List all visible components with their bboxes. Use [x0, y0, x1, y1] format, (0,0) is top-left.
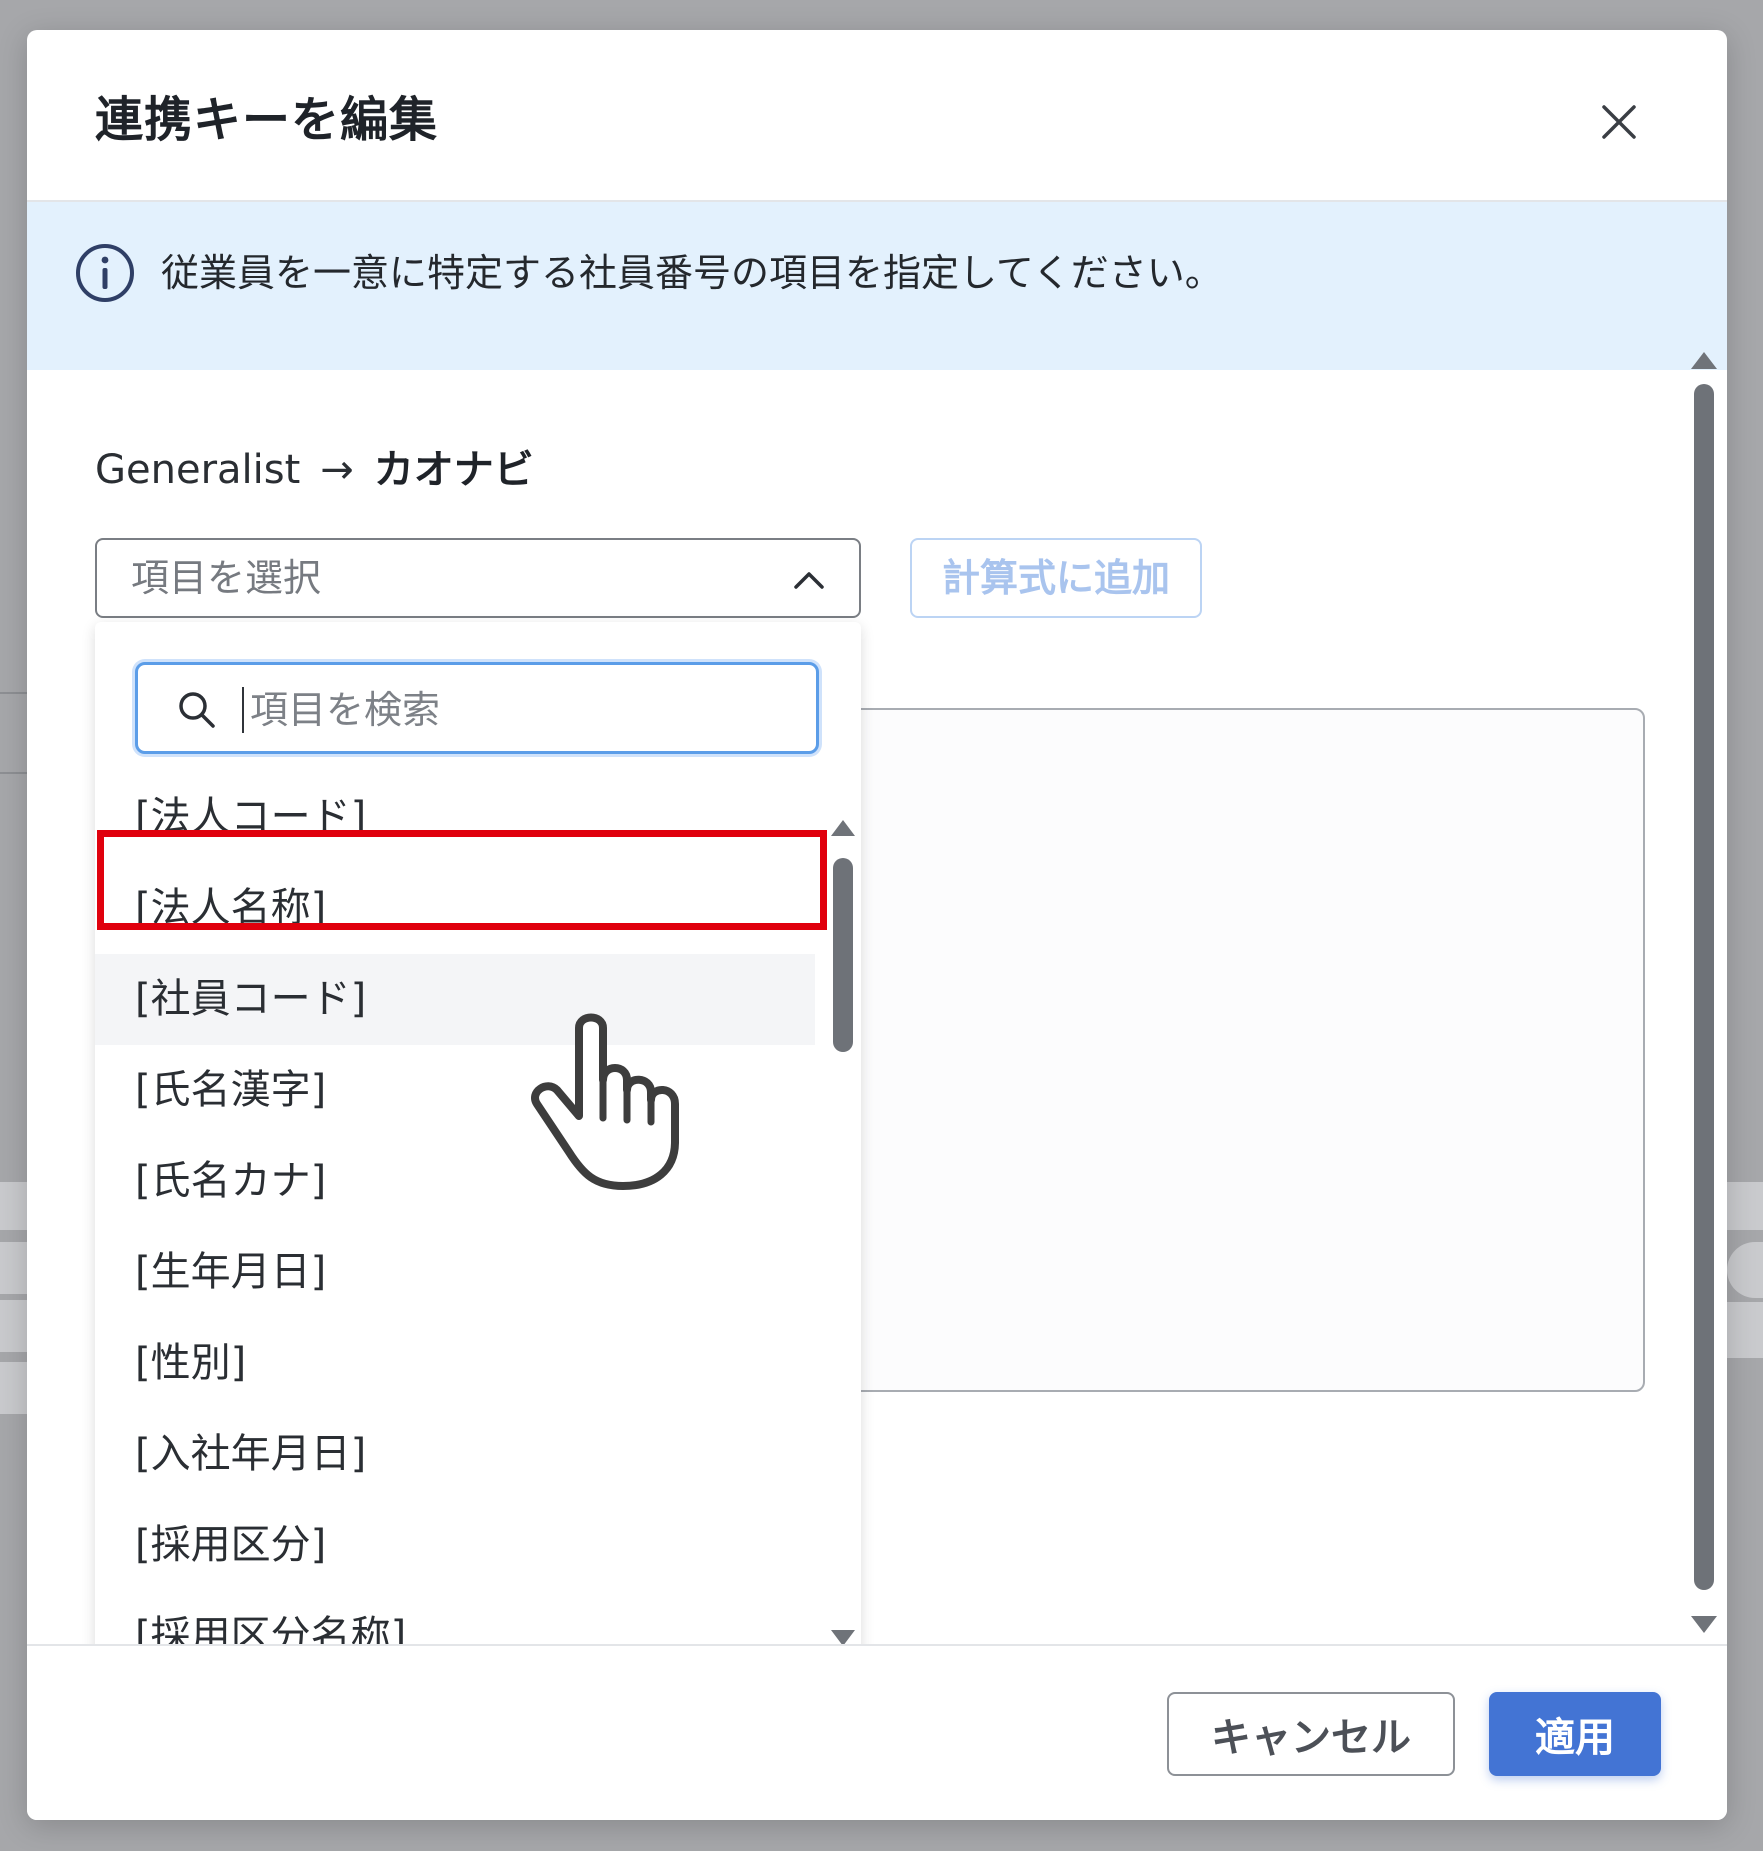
search-icon [179, 692, 215, 728]
info-message: 従業員を一意に特定する社員番号の項目を指定してください。 [161, 251, 1223, 295]
mapping-source: Generalist [95, 447, 301, 493]
field-search[interactable] [135, 662, 819, 754]
option-item[interactable]: [採用区分] [95, 1500, 815, 1591]
option-list[interactable]: [法人コード] [法人名称] [社員コード] [氏名漢字] [氏名カナ] [生年… [95, 772, 815, 1652]
background-divider [0, 772, 27, 774]
dialog-scroll-down-arrow[interactable] [1691, 1616, 1717, 1633]
info-icon [76, 244, 134, 302]
list-scroll-up-arrow[interactable] [831, 820, 855, 836]
option-item[interactable]: [氏名カナ] [95, 1136, 815, 1227]
dialog-footer: キャンセル 適用 [27, 1644, 1727, 1820]
option-item[interactable]: [法人コード] [95, 772, 815, 863]
background-fragment [1727, 1302, 1763, 1358]
dialog-header: 連携キーを編集 [27, 30, 1727, 202]
background-divider [0, 692, 27, 694]
option-item[interactable]: [入社年月日] [95, 1409, 815, 1500]
dialog-scroll-up-arrow[interactable] [1691, 352, 1717, 369]
list-scrollbar-thumb[interactable] [833, 858, 853, 1052]
option-item[interactable]: [採用区分名称] [95, 1591, 815, 1652]
dialog-scrollbar-thumb[interactable] [1694, 384, 1714, 1590]
option-item[interactable]: [性別] [95, 1318, 815, 1409]
text-caret [242, 687, 244, 733]
option-item[interactable]: [法人名称] [95, 863, 815, 954]
option-item[interactable]: [生年月日] [95, 1227, 815, 1318]
add-to-formula-button[interactable]: 計算式に追加 [910, 538, 1202, 618]
edit-link-key-dialog: 連携キーを編集 従業員を一意に特定する社員番号の項目を指定してください。 Gen… [27, 30, 1727, 1820]
background-fragment [0, 1182, 27, 1230]
field-select-placeholder: 項目を選択 [131, 556, 322, 600]
apply-button[interactable]: 適用 [1489, 1692, 1661, 1776]
close-button[interactable] [1587, 90, 1651, 154]
background-fragment [0, 1242, 27, 1294]
background-fragment [1727, 1182, 1763, 1230]
formula-textarea[interactable] [795, 708, 1645, 1392]
chevron-up-icon [794, 572, 824, 589]
background-fragment [1727, 1242, 1763, 1298]
option-item-highlighted[interactable]: [社員コード] [95, 954, 815, 1045]
background-fragment [0, 1300, 27, 1352]
cancel-button[interactable]: キャンセル [1167, 1692, 1455, 1776]
dialog-title: 連携キーを編集 [95, 92, 439, 148]
field-dropdown-panel: [法人コード] [法人名称] [社員コード] [氏名漢字] [氏名カナ] [生年… [95, 622, 861, 1672]
background-fragment [0, 1362, 27, 1414]
field-select[interactable]: 項目を選択 [95, 538, 861, 618]
option-item[interactable]: [氏名漢字] [95, 1045, 815, 1136]
search-input[interactable] [248, 679, 792, 741]
close-icon [1602, 105, 1636, 139]
mapping-target: カオナビ [373, 447, 534, 493]
mapping-label: Generalist → カオナビ [95, 440, 534, 500]
mapping-arrow: → [320, 447, 354, 493]
